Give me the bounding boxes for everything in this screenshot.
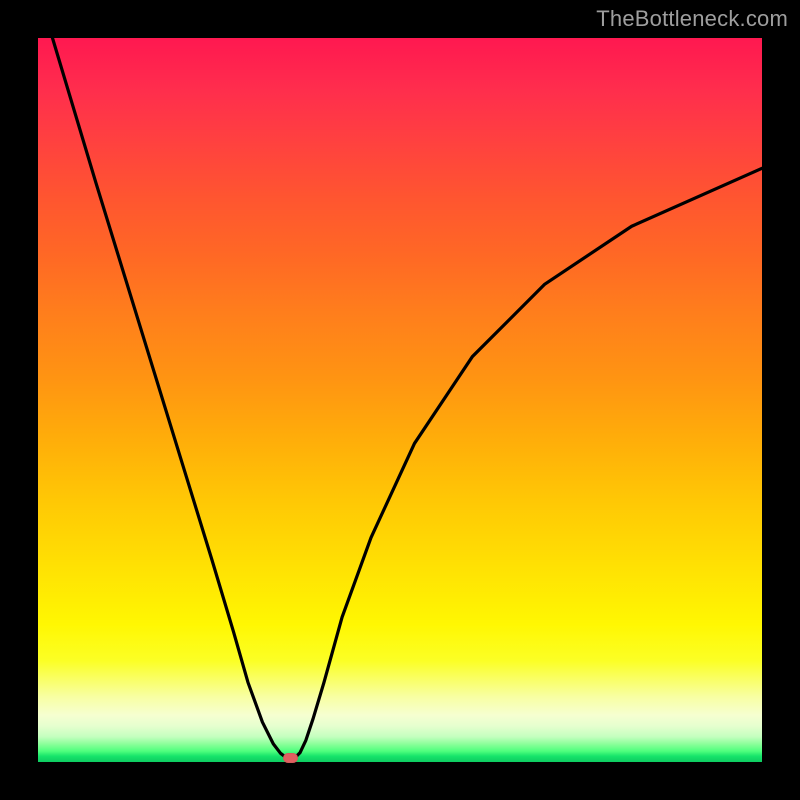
plot-area (38, 38, 762, 762)
watermark-text: TheBottleneck.com (596, 6, 788, 32)
curve-layer (38, 38, 762, 762)
chart-frame: TheBottleneck.com (0, 0, 800, 800)
minimum-marker (283, 753, 298, 763)
bottleneck-curve (52, 38, 762, 758)
